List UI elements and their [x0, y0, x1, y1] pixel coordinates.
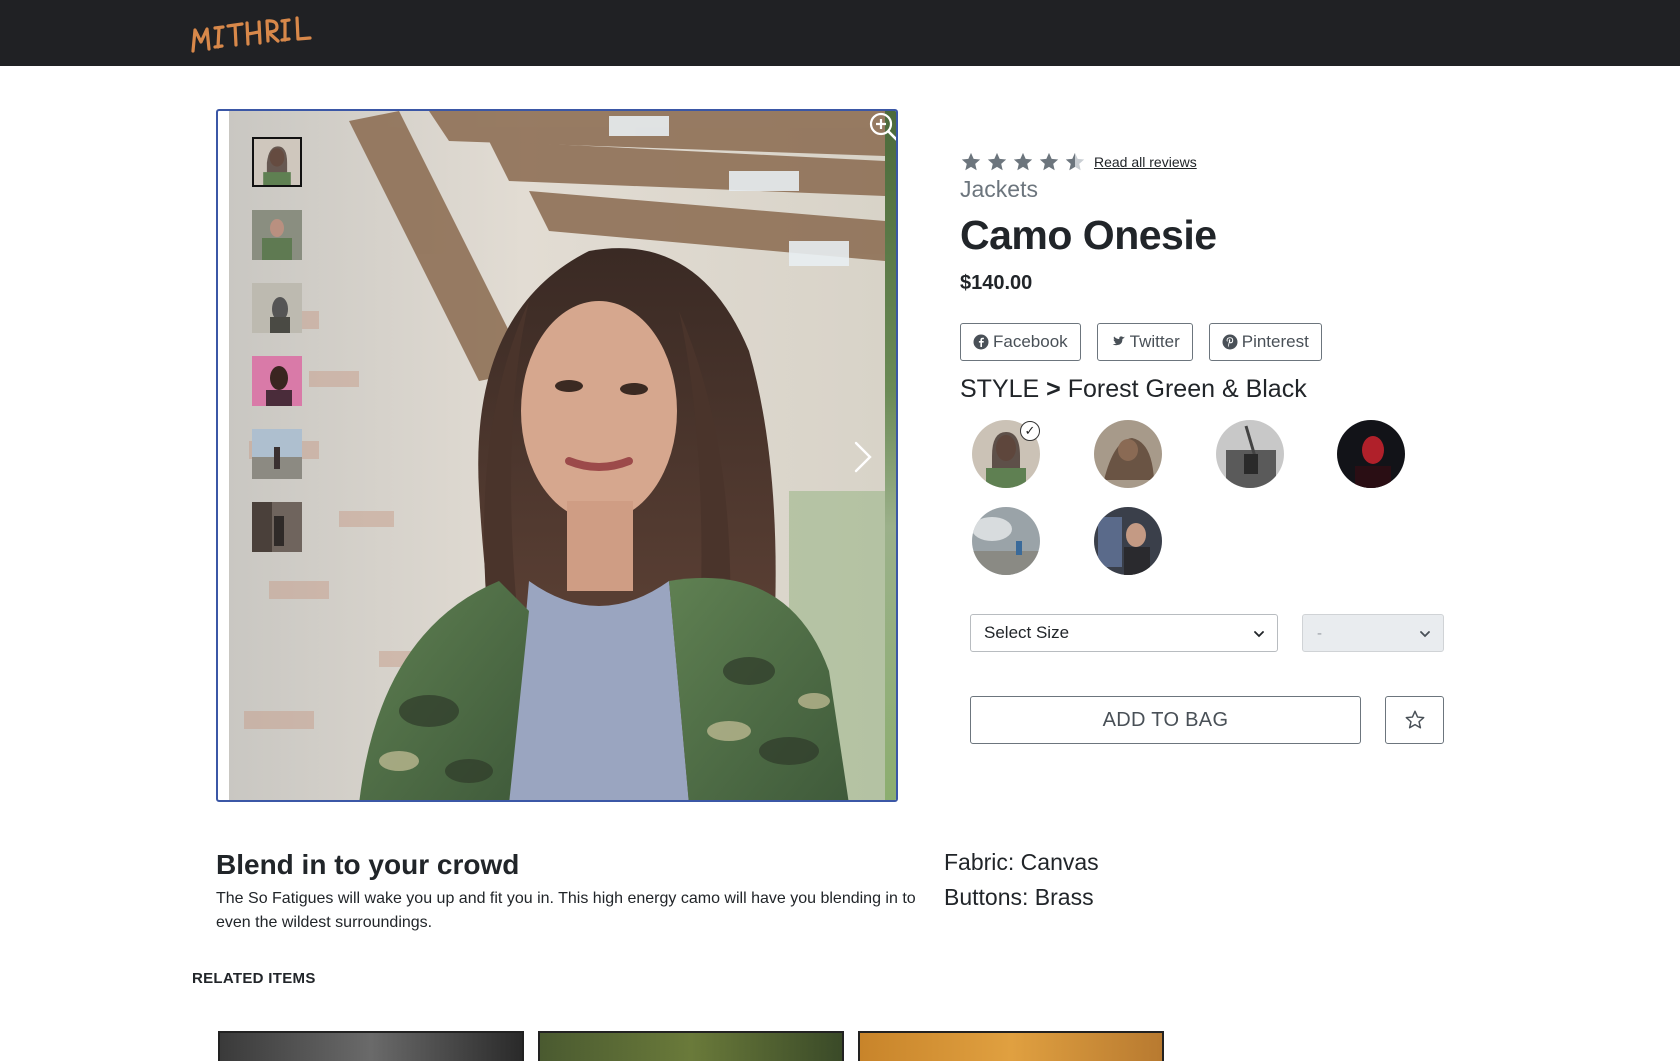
share-buttons: Facebook Twitter Pinterest [960, 323, 1338, 361]
product-gallery [216, 109, 898, 802]
favorite-button[interactable] [1385, 696, 1444, 744]
twitter-icon [1112, 336, 1125, 346]
style-swatch-6[interactable] [1094, 507, 1162, 575]
style-separator: > [1046, 375, 1061, 403]
star-icon [1013, 152, 1033, 171]
star-icon [961, 152, 981, 171]
thumb-4[interactable] [252, 356, 302, 406]
style-heading: STYLE > Forest Green & Black [960, 375, 1307, 404]
chevron-down-icon [1420, 631, 1430, 638]
size-select[interactable]: Select Size [970, 614, 1278, 652]
style-swatch-5[interactable] [972, 507, 1040, 575]
related-item-2[interactable] [538, 1031, 844, 1061]
star-half-icon [1065, 152, 1085, 171]
style-swatch-4[interactable] [1337, 420, 1405, 488]
quantity-select[interactable]: - [1302, 614, 1444, 652]
facebook-label: Facebook [993, 332, 1068, 351]
related-items-heading: RELATED ITEMS [192, 970, 316, 987]
style-prefix: STYLE [960, 375, 1040, 403]
thumbnail-list [252, 137, 304, 575]
pinterest-share-button[interactable]: Pinterest [1208, 323, 1322, 361]
twitter-share-button[interactable]: Twitter [1096, 323, 1193, 361]
style-swatch-2[interactable] [1094, 420, 1162, 488]
quantity-select-value: - [1317, 624, 1322, 642]
thumb-2[interactable] [252, 210, 302, 260]
gallery-edge [885, 111, 896, 800]
star-icon [987, 152, 1007, 171]
product-category: Jackets [960, 176, 1038, 202]
size-select-value: Select Size [984, 623, 1070, 642]
related-item-1[interactable] [218, 1031, 524, 1061]
add-to-bag-button[interactable]: ADD TO BAG [970, 696, 1361, 744]
brand-logo[interactable] [188, 10, 348, 58]
thumb-3[interactable] [252, 283, 302, 333]
star-outline-icon [1405, 710, 1424, 729]
zoom-in-icon[interactable] [868, 111, 896, 143]
pinterest-icon [1222, 334, 1238, 350]
thumb-6[interactable] [252, 502, 302, 552]
rating: Read all reviews [960, 150, 1197, 174]
thumb-1[interactable] [252, 137, 302, 187]
main-product-image[interactable] [229, 111, 885, 800]
selected-check-icon: ✓ [1020, 421, 1040, 441]
style-swatch-3[interactable] [1216, 420, 1284, 488]
spec-buttons: Buttons: Brass [944, 884, 1094, 910]
top-navbar [0, 0, 1680, 66]
product-price: $140.00 [960, 272, 1033, 294]
twitter-label: Twitter [1129, 332, 1180, 351]
spec-fabric: Fabric: Canvas [944, 849, 1099, 875]
style-selected-name: Forest Green & Black [1067, 375, 1307, 403]
pinterest-label: Pinterest [1241, 332, 1309, 351]
thumb-5[interactable] [252, 429, 302, 479]
product-title: Camo Onesie [960, 212, 1217, 258]
description-heading: Blend in to your crowd [216, 849, 520, 880]
description-text: The So Fatigues will wake you up and fit… [216, 890, 916, 931]
related-item-3[interactable] [858, 1031, 1164, 1061]
facebook-icon [973, 334, 989, 350]
chevron-right-icon[interactable] [848, 431, 876, 483]
chevron-down-icon [1254, 631, 1264, 638]
facebook-share-button[interactable]: Facebook [960, 323, 1081, 361]
read-reviews-link[interactable]: Read all reviews [1094, 154, 1197, 170]
star-icon [1039, 152, 1059, 171]
